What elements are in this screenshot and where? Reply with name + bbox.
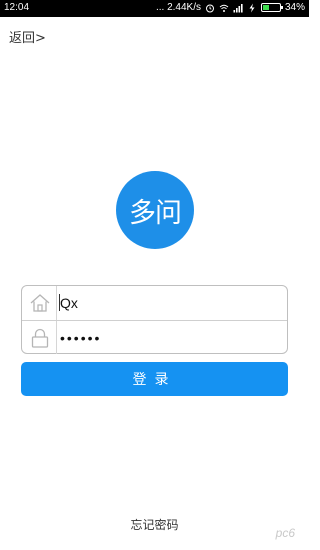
- battery-percent: 34%: [284, 2, 305, 13]
- watermark: pc6: [275, 526, 295, 540]
- login-button[interactable]: 登录: [21, 362, 288, 396]
- back-link[interactable]: 返回>: [9, 27, 46, 46]
- home-icon: [30, 294, 50, 312]
- status-time: 12:04: [4, 2, 30, 13]
- battery-fill: [262, 5, 270, 10]
- network-speed: ... 2.44K/s: [155, 2, 201, 13]
- battery-icon: [260, 3, 283, 12]
- password-divider: [56, 321, 57, 354]
- username-row: [22, 286, 287, 320]
- lock-icon: [31, 328, 49, 348]
- signal-icon: [233, 3, 243, 12]
- password-input[interactable]: [60, 326, 280, 350]
- logo-text: 多问: [129, 197, 182, 229]
- username-input[interactable]: [60, 291, 280, 315]
- forgot-password-link[interactable]: 忘记密码: [0, 516, 309, 533]
- username-divider: [56, 286, 57, 320]
- password-row: [22, 320, 287, 354]
- status-bar: 12:04 ... 2.44K/s 34%: [0, 0, 309, 17]
- alarm-icon: [205, 4, 214, 12]
- login-form: [21, 285, 288, 354]
- app-logo: 多问: [116, 171, 194, 249]
- wifi-icon: [219, 4, 229, 12]
- charging-icon: [249, 3, 255, 12]
- status-indicators: ... 2.44K/s 34%: [156, 2, 305, 13]
